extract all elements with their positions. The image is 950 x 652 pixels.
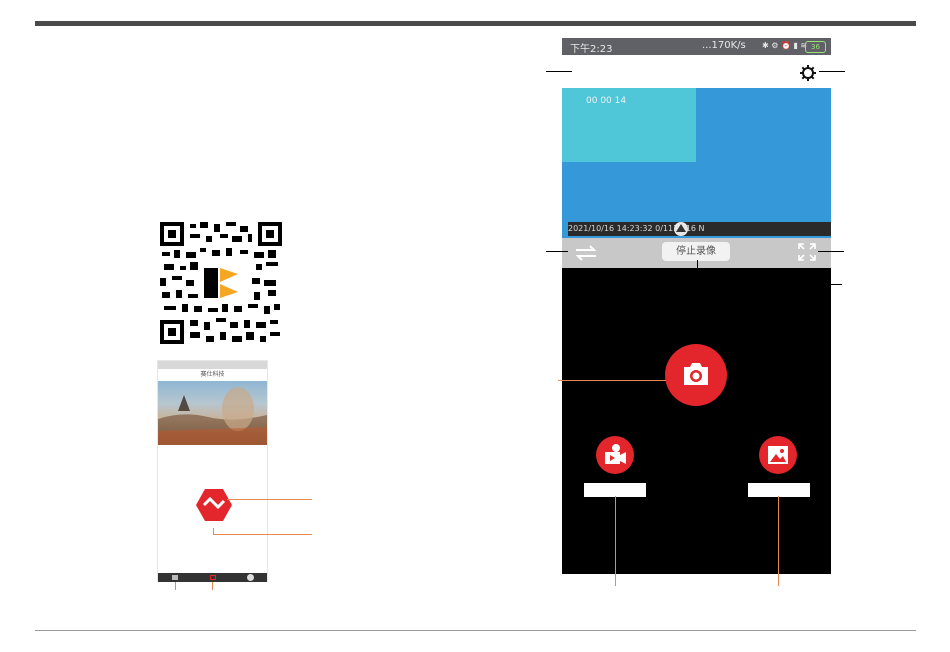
- callout-line-album: [778, 496, 779, 586]
- callout-line-fullscreen: [818, 251, 844, 252]
- callout-line-stop-h: [697, 284, 842, 285]
- status-network-speed: ...170K/s: [702, 40, 746, 51]
- picture-icon: [768, 446, 788, 464]
- mini-app-title: 赛仕科技: [200, 371, 225, 378]
- app-preview-screen: 赛仕科技: [157, 360, 268, 582]
- mini-callout-line-4: [212, 582, 213, 590]
- camera-icon: [684, 363, 708, 385]
- record-video-button[interactable]: [596, 436, 634, 474]
- callout-line-record: [615, 496, 616, 586]
- mini-callout-line-3: [175, 582, 176, 590]
- mini-tab-device-icon: [210, 575, 216, 580]
- mini-tab-bar: [158, 573, 267, 582]
- record-label-box: [584, 483, 646, 497]
- mini-tab-info-icon: [247, 574, 254, 581]
- swap-arrows-icon[interactable]: [575, 245, 597, 261]
- video-frame-region: [562, 88, 696, 162]
- mini-callout-line-2: [213, 534, 312, 535]
- mini-tab-album-icon: [172, 575, 178, 580]
- album-button[interactable]: [759, 436, 797, 474]
- callout-line-snapshot: [558, 380, 666, 381]
- status-bar: 下午2:23 ...170K/s ✱ ⚙ ⏰ ▮ ≋ 36: [562, 38, 831, 55]
- mini-banner-image: [158, 381, 267, 445]
- video-osd-bar: 2021/10/16 14:23:32 0/111 916 N: [568, 222, 831, 236]
- bottom-rule: [35, 630, 916, 631]
- mini-status-bar: [158, 361, 267, 369]
- app-bar: [562, 55, 831, 88]
- callout-line-settings: [819, 71, 845, 72]
- camera-app-screen: 下午2:23 ...170K/s ✱ ⚙ ⏰ ▮ ≋ 36 00 00 14 2…: [562, 38, 831, 574]
- battery-indicator: 36: [805, 41, 826, 53]
- album-label-box: [748, 483, 810, 497]
- gear-icon[interactable]: [800, 65, 816, 81]
- expand-icon[interactable]: [798, 243, 816, 261]
- mini-callout-line-2b: [213, 528, 214, 534]
- mini-callout-line-1: [227, 499, 312, 500]
- ptz-up-icon[interactable]: [673, 221, 689, 237]
- callout-line-menu: [546, 71, 572, 72]
- video-camera-icon: [605, 444, 626, 464]
- download-qr-code: [160, 222, 282, 344]
- mini-app-logo: [196, 489, 232, 521]
- snapshot-button[interactable]: [665, 344, 727, 406]
- callout-line-switch: [546, 251, 568, 252]
- recording-timer: 00 00 14: [586, 96, 627, 106]
- live-video-view[interactable]: 00 00 14 2021/10/16 14:23:32 0/111 916 N: [562, 88, 831, 260]
- status-time: 下午2:23: [570, 44, 613, 55]
- banner-photo: [158, 387, 267, 445]
- callout-line-stop-v: [697, 260, 698, 285]
- status-icons: ✱ ⚙ ⏰ ▮ ≋: [762, 41, 808, 50]
- stop-recording-button[interactable]: 停止录像: [662, 242, 730, 261]
- top-rule: [35, 21, 916, 26]
